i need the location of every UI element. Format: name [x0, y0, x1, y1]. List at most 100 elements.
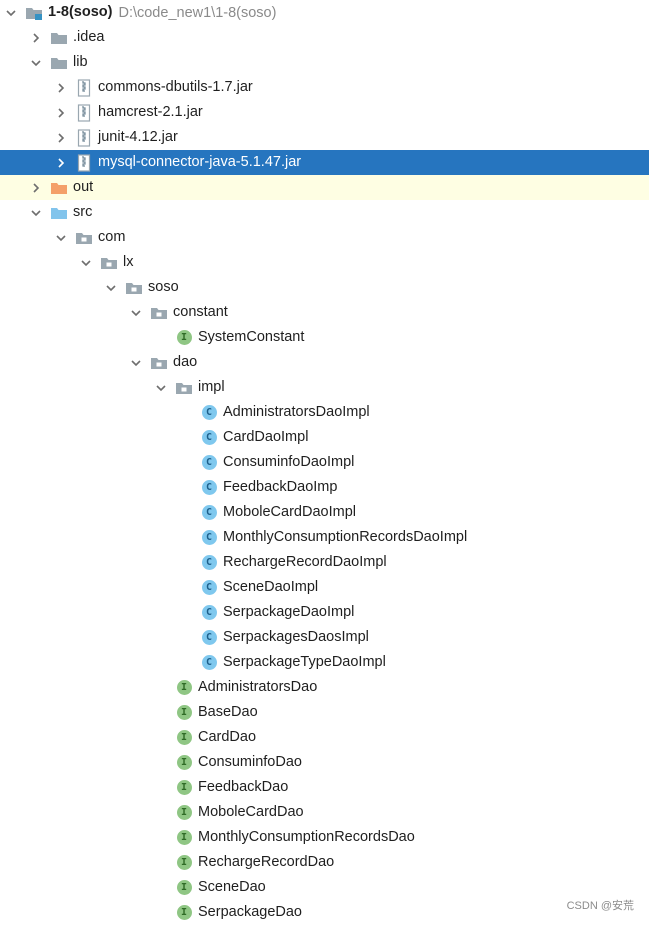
tree-row[interactable]: I RechargeRecordDao	[0, 850, 649, 875]
tree-row[interactable]: C SerpackageDaoImpl	[0, 600, 649, 625]
chevron-right-icon[interactable]	[28, 30, 44, 46]
tree-row[interactable]: lib	[0, 50, 649, 75]
excluded-folder-icon	[50, 179, 68, 197]
tree-row[interactable]: src	[0, 200, 649, 225]
class-badge: C	[201, 655, 217, 670]
tree-row[interactable]: dao	[0, 350, 649, 375]
interface-icon: I	[175, 854, 193, 872]
package-icon	[175, 379, 193, 397]
tree-row[interactable]: I MonthlyConsumptionRecordsDao	[0, 825, 649, 850]
interface-badge: I	[176, 780, 192, 795]
tree-row[interactable]: soso	[0, 275, 649, 300]
watermark: CSDN @安荒	[566, 900, 634, 912]
class-icon: C	[200, 579, 218, 597]
package-icon	[125, 279, 143, 297]
tree-row[interactable]: C MonthlyConsumptionRecordsDaoImpl	[0, 525, 649, 550]
interface-icon: I	[175, 329, 193, 347]
tree-item-label: RechargeRecordDao	[198, 854, 335, 870]
chevron-down-icon[interactable]	[28, 205, 44, 221]
chevron-down-icon[interactable]	[103, 280, 119, 296]
tree-row[interactable]: 1-8(soso) D:\code_new1\1-8(soso)	[0, 0, 649, 25]
tree-item-label: 1-8(soso)	[48, 4, 113, 20]
folder-icon	[50, 54, 68, 72]
chevron-down-icon[interactable]	[3, 5, 19, 21]
class-badge: C	[201, 430, 217, 445]
tree-item-label: commons-dbutils-1.7.jar	[98, 79, 253, 95]
tree-row[interactable]: mysql-connector-java-5.1.47.jar	[0, 150, 649, 175]
class-badge: C	[201, 530, 217, 545]
class-badge: C	[201, 580, 217, 595]
tree-item-label: AdministratorsDaoImpl	[223, 404, 370, 420]
interface-icon: I	[175, 829, 193, 847]
package-icon	[75, 229, 93, 247]
tree-row[interactable]: I CardDao	[0, 725, 649, 750]
tree-item-label: out	[73, 179, 94, 195]
tree-row[interactable]: constant	[0, 300, 649, 325]
tree-row[interactable]: commons-dbutils-1.7.jar	[0, 75, 649, 100]
tree-item-label: lib	[73, 54, 88, 70]
chevron-right-icon[interactable]	[53, 130, 69, 146]
tree-item-label: junit-4.12.jar	[98, 129, 178, 145]
tree-row[interactable]: hamcrest-2.1.jar	[0, 100, 649, 125]
tree-row[interactable]: I SceneDao	[0, 875, 649, 900]
jar-icon	[75, 153, 93, 172]
tree-row[interactable]: com	[0, 225, 649, 250]
jar-icon	[75, 78, 93, 97]
jar-icon	[75, 128, 93, 147]
class-badge: C	[201, 480, 217, 495]
tree-item-label: ConsuminfoDaoImpl	[223, 454, 355, 470]
interface-badge: I	[176, 905, 192, 920]
tree-item-label: SerpackagesDaosImpl	[223, 629, 369, 645]
chevron-down-icon[interactable]	[128, 355, 144, 371]
tree-item-label: lx	[123, 254, 134, 270]
tree-item-label: SystemConstant	[198, 329, 305, 345]
chevron-right-icon[interactable]	[53, 105, 69, 121]
tree-row[interactable]: I AdministratorsDao	[0, 675, 649, 700]
chevron-down-icon[interactable]	[78, 255, 94, 271]
tree-row[interactable]: C AdministratorsDaoImpl	[0, 400, 649, 425]
interface-badge: I	[176, 705, 192, 720]
tree-item-label: SceneDao	[198, 879, 266, 895]
chevron-down-icon[interactable]	[53, 230, 69, 246]
class-icon: C	[200, 429, 218, 447]
tree-row[interactable]: junit-4.12.jar	[0, 125, 649, 150]
interface-badge: I	[176, 830, 192, 845]
class-icon: C	[200, 404, 218, 422]
tree-row[interactable]: C RechargeRecordDaoImpl	[0, 550, 649, 575]
tree-row[interactable]: C MoboleCardDaoImpl	[0, 500, 649, 525]
tree-row[interactable]: I ConsuminfoDao	[0, 750, 649, 775]
interface-icon: I	[175, 879, 193, 897]
tree-item-label: .idea	[73, 29, 105, 45]
chevron-down-icon[interactable]	[28, 55, 44, 71]
interface-badge: I	[176, 680, 192, 695]
tree-row[interactable]: lx	[0, 250, 649, 275]
tree-row[interactable]: I FeedbackDao	[0, 775, 649, 800]
source-folder-icon	[50, 204, 68, 222]
tree-row[interactable]: I MoboleCardDao	[0, 800, 649, 825]
tree-row[interactable]: impl	[0, 375, 649, 400]
chevron-right-icon[interactable]	[28, 180, 44, 196]
tree-item-label: MonthlyConsumptionRecordsDao	[198, 829, 415, 845]
tree-row[interactable]: out	[0, 175, 649, 200]
module-folder-icon	[25, 4, 43, 22]
tree-row[interactable]: I SystemConstant	[0, 325, 649, 350]
chevron-down-icon[interactable]	[128, 305, 144, 321]
tree-row[interactable]: .idea	[0, 25, 649, 50]
tree-row[interactable]: C SerpackagesDaosImpl	[0, 625, 649, 650]
tree-item-label: FeedbackDao	[198, 779, 289, 795]
tree-row[interactable]: I BaseDao	[0, 700, 649, 725]
chevron-down-icon[interactable]	[153, 380, 169, 396]
chevron-right-icon[interactable]	[53, 80, 69, 96]
tree-item-label: impl	[198, 379, 225, 395]
class-icon: C	[200, 454, 218, 472]
tree-row[interactable]: C SerpackageTypeDaoImpl	[0, 650, 649, 675]
class-icon: C	[200, 554, 218, 572]
tree-row[interactable]: I SerpackageDao	[0, 900, 649, 925]
tree-row[interactable]: C FeedbackDaoImp	[0, 475, 649, 500]
tree-row[interactable]: C CardDaoImpl	[0, 425, 649, 450]
chevron-right-icon[interactable]	[53, 155, 69, 171]
interface-icon: I	[175, 729, 193, 747]
tree-row[interactable]: C ConsuminfoDaoImpl	[0, 450, 649, 475]
tree-row[interactable]: C SceneDaoImpl	[0, 575, 649, 600]
package-icon	[150, 354, 168, 372]
